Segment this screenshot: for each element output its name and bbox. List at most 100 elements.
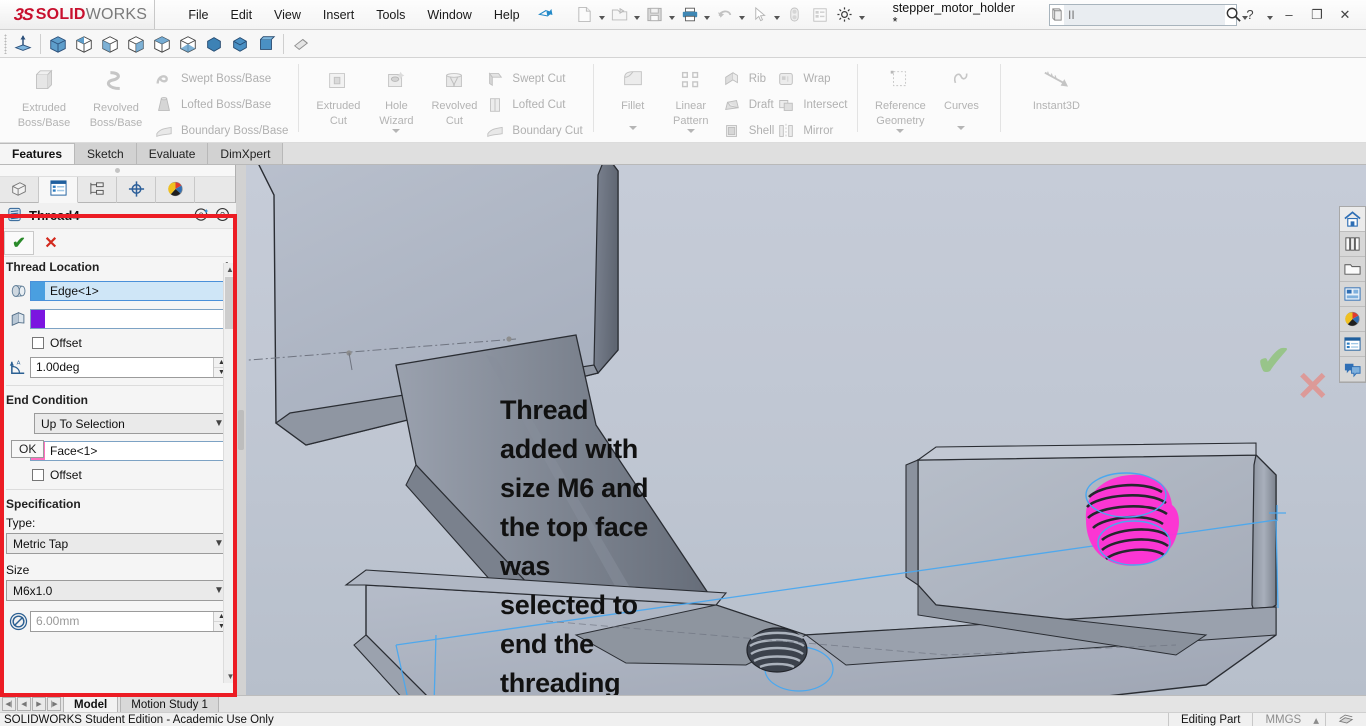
confirmation-corner-accept[interactable]: ✔	[1256, 340, 1291, 382]
fillet-dropdown-icon[interactable]	[628, 126, 637, 130]
appearances-scenes-icon[interactable]	[1340, 307, 1365, 332]
scroll-up-arrow[interactable]: ▲	[224, 263, 236, 276]
hole-wizard-button[interactable]: Hole Wizard	[367, 62, 425, 133]
reference-geometry-button[interactable]: Reference Geometry	[868, 62, 932, 133]
ok-button[interactable]: ✔	[4, 230, 34, 255]
feature-tree-tab[interactable]	[0, 177, 39, 203]
custom-properties-icon[interactable]	[1340, 332, 1365, 357]
save-icon[interactable]	[643, 3, 667, 27]
section-header-specification[interactable]: Specification ^	[0, 494, 236, 514]
linear-pattern-dropdown-icon[interactable]	[686, 129, 695, 133]
property-manager-scrollbar[interactable]: ▲ ▼	[223, 263, 236, 683]
scrollbar-thumb[interactable]	[225, 277, 236, 329]
menu-item-edit[interactable]: Edit	[220, 5, 264, 25]
panel-drag-handle[interactable]	[0, 165, 235, 177]
view-dimetric-icon[interactable]	[97, 31, 123, 57]
view-top-icon[interactable]	[227, 31, 253, 57]
draft-button[interactable]: Draft	[720, 93, 775, 117]
thread-start-face-selection-box[interactable]	[30, 309, 230, 329]
tab-dimxpert[interactable]: DimXpert	[208, 143, 284, 164]
lofted-cut-button[interactable]: Lofted Cut	[483, 93, 582, 117]
menu-item-window[interactable]: Window	[416, 5, 482, 25]
view-back-icon[interactable]	[149, 31, 175, 57]
view-normal-to-icon[interactable]	[288, 31, 314, 57]
help-icon[interactable]: ?	[215, 207, 230, 225]
diameter-icon[interactable]	[6, 610, 30, 632]
first-icon[interactable]: ◀|	[2, 697, 16, 711]
view-palette-icon[interactable]	[1340, 282, 1365, 307]
options-list-icon[interactable]	[808, 3, 832, 27]
tab-motion-study[interactable]: Motion Study 1	[120, 696, 219, 712]
end-condition-offset-checkbox[interactable]	[32, 469, 44, 481]
menu-item-file[interactable]: File	[177, 5, 219, 25]
start-angle-input[interactable]: 1.00deg ▲ ▼	[30, 356, 230, 378]
end-condition-select[interactable]: Up To Selection ▼	[34, 413, 230, 434]
cancel-button[interactable]: ✕	[38, 231, 64, 255]
new-document-dropdown-icon[interactable]	[598, 4, 607, 26]
previous-icon[interactable]: ◀	[17, 697, 31, 711]
menu-item-tools[interactable]: Tools	[365, 5, 416, 25]
view-bottom-icon[interactable]	[253, 31, 279, 57]
view-orientation-icon[interactable]	[10, 31, 36, 57]
help-icon[interactable]: ?	[1237, 3, 1263, 27]
pushpin-icon[interactable]	[535, 3, 557, 26]
print-icon[interactable]	[678, 3, 702, 27]
open-folder-dropdown-icon[interactable]	[633, 4, 642, 26]
view-left-icon[interactable]	[175, 31, 201, 57]
wrap-button[interactable]: Wrap	[774, 67, 847, 91]
thread-size-select[interactable]: M6x1.0 ▼	[6, 580, 230, 601]
swept-boss-base-button[interactable]: Swept Boss/Base	[152, 67, 288, 91]
revolved-boss-base-button[interactable]: Revolved Boss/Base	[80, 62, 152, 129]
home-icon[interactable]	[1340, 207, 1365, 232]
splitter-grip[interactable]	[238, 410, 244, 450]
thread-edge-selection-box[interactable]: Edge<1>	[30, 281, 230, 301]
thread-location-offset-row[interactable]: Offset	[0, 333, 236, 353]
design-library-icon[interactable]	[1340, 232, 1365, 257]
curves-dropdown-icon[interactable]	[957, 126, 966, 130]
panel-splitter[interactable]	[236, 165, 246, 695]
select-arrow-icon[interactable]	[748, 3, 772, 27]
intersect-button[interactable]: Intersect	[774, 93, 847, 117]
tab-evaluate[interactable]: Evaluate	[136, 143, 209, 164]
instant3d-button[interactable]: Instant3D	[1011, 62, 1101, 112]
property-manager-tab[interactable]	[39, 177, 78, 203]
help-dropdown-icon[interactable]	[1265, 4, 1274, 26]
boundary-cut-button[interactable]: Boundary Cut	[483, 119, 583, 143]
save-dropdown-icon[interactable]	[668, 4, 677, 26]
solidworks-forum-icon[interactable]	[1340, 357, 1365, 382]
rebuild-icon[interactable]	[783, 3, 807, 27]
swept-cut-button[interactable]: Swept Cut	[483, 67, 582, 91]
units-indicator[interactable]: MMGS	[1252, 712, 1313, 726]
display-manager-tab[interactable]	[156, 177, 195, 203]
tab-features[interactable]: Features	[0, 143, 76, 164]
settings-dropdown-icon[interactable]	[858, 4, 867, 26]
curves-button[interactable]: Curves	[932, 62, 990, 130]
graphics-area[interactable]: ▶ stepper_motor_holder (D	[246, 165, 1366, 695]
view-front-icon[interactable]	[123, 31, 149, 57]
view-right-icon[interactable]	[201, 31, 227, 57]
menu-item-view[interactable]: View	[263, 5, 312, 25]
menu-item-insert[interactable]: Insert	[312, 5, 365, 25]
linear-pattern-button[interactable]: Linear Pattern	[662, 62, 720, 133]
file-explorer-icon[interactable]	[1340, 257, 1365, 282]
last-icon[interactable]: |▶	[47, 697, 61, 711]
print-dropdown-icon[interactable]	[703, 4, 712, 26]
diameter-input[interactable]: 6.00mm ▲ ▼	[30, 610, 230, 632]
view-trimetric-icon[interactable]	[71, 31, 97, 57]
configuration-manager-tab[interactable]	[78, 177, 117, 203]
dimxpert-manager-tab[interactable]	[117, 177, 156, 203]
search-box[interactable]	[1049, 3, 1248, 26]
reference-geometry-dropdown-icon[interactable]	[896, 129, 905, 133]
settings-gear-icon[interactable]	[833, 3, 857, 27]
boundary-boss-base-button[interactable]: Boundary Boss/Base	[152, 119, 288, 143]
whats-new-help-icon[interactable]: ?	[194, 207, 209, 225]
tab-model[interactable]: Model	[63, 696, 119, 712]
extruded-cut-button[interactable]: Extruded Cut	[309, 62, 367, 127]
select-dropdown-icon[interactable]	[773, 4, 782, 26]
minimize-button[interactable]: –	[1276, 3, 1302, 27]
section-header-end-condition[interactable]: End Condition ^	[0, 390, 236, 410]
fillet-button[interactable]: Fillet	[604, 62, 662, 130]
confirmation-corner-cancel[interactable]: ✕	[1296, 367, 1330, 407]
close-button[interactable]: ✕	[1332, 3, 1358, 27]
search-input[interactable]	[1064, 4, 1225, 25]
